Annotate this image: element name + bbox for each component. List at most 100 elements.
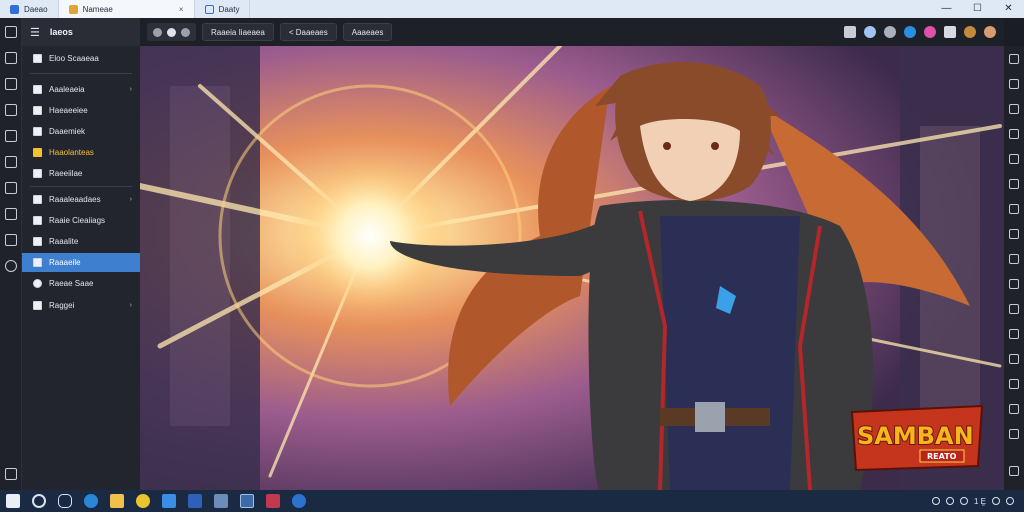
checkbox-icon bbox=[33, 237, 42, 246]
system-tray: 1 Ḛ bbox=[931, 496, 1014, 506]
toolbar-right-icons bbox=[844, 26, 996, 38]
sidebar-item[interactable]: Aaaleaeia › bbox=[22, 80, 140, 99]
search-icon[interactable] bbox=[32, 494, 46, 508]
note-icon[interactable] bbox=[1009, 279, 1019, 289]
image-icon[interactable] bbox=[5, 78, 17, 90]
document-icon[interactable] bbox=[5, 130, 17, 142]
sidebar-item[interactable]: Raggei › bbox=[22, 296, 140, 315]
sidebar-item[interactable]: Raeeiilae bbox=[22, 164, 140, 183]
star-icon[interactable] bbox=[1009, 404, 1019, 414]
app-icon[interactable] bbox=[214, 494, 228, 508]
sync-icon[interactable] bbox=[1009, 304, 1019, 314]
media-icon[interactable] bbox=[266, 494, 280, 508]
sidebar-item[interactable]: Eloo Scaaeaa bbox=[22, 49, 140, 68]
edit-icon[interactable] bbox=[5, 182, 17, 194]
tray-text: 1 Ḛ bbox=[973, 496, 986, 506]
chart-icon[interactable] bbox=[1009, 254, 1019, 264]
nav-button-group bbox=[147, 23, 196, 41]
sidebar-item-highlighted[interactable]: Haaolanteas bbox=[22, 143, 140, 162]
list-icon[interactable] bbox=[1009, 104, 1019, 114]
security-icon[interactable] bbox=[292, 494, 306, 508]
close-tab-icon[interactable]: × bbox=[179, 5, 184, 14]
panel-icon[interactable] bbox=[1009, 54, 1019, 64]
chevron-up-icon[interactable] bbox=[1006, 497, 1014, 505]
mail-icon[interactable] bbox=[1009, 354, 1019, 364]
sidebar-item[interactable]: Raaie Cieaiiags bbox=[22, 211, 140, 230]
folder-icon[interactable] bbox=[110, 494, 124, 508]
mail-icon[interactable] bbox=[5, 104, 17, 116]
bookmark-icon[interactable] bbox=[844, 26, 856, 38]
refresh-icon[interactable] bbox=[5, 156, 17, 168]
edge-icon[interactable] bbox=[84, 494, 98, 508]
cursor-icon[interactable] bbox=[1009, 466, 1019, 476]
display-icon[interactable] bbox=[944, 26, 956, 38]
info-icon[interactable] bbox=[884, 26, 896, 38]
start-icon[interactable] bbox=[6, 494, 20, 508]
checkbox-icon bbox=[33, 127, 42, 136]
toolbar-button-1[interactable]: Raaeia Iiaeaea bbox=[202, 23, 274, 41]
page-icon[interactable] bbox=[5, 52, 17, 64]
close-icon[interactable]: ✕ bbox=[993, 0, 1024, 18]
tab-3[interactable]: Daaty bbox=[195, 0, 251, 18]
checkbox-icon bbox=[33, 85, 42, 94]
sidebar-item-label: Haaolanteas bbox=[49, 148, 94, 157]
sidebar-item-selected[interactable]: Raaaeile bbox=[22, 253, 140, 272]
history-icon[interactable] bbox=[1009, 129, 1019, 139]
clock-icon[interactable] bbox=[992, 497, 1000, 505]
forward-icon[interactable] bbox=[181, 27, 190, 37]
volume-icon[interactable] bbox=[945, 497, 954, 505]
network-icon[interactable] bbox=[931, 497, 940, 505]
sidebar-header: ☰ Iaeos bbox=[22, 18, 140, 46]
anime-hero-illustration: SAMBAN REATO bbox=[140, 46, 1004, 490]
terminal-icon[interactable] bbox=[240, 494, 254, 508]
sidebar-item[interactable]: Raeae Saae bbox=[22, 274, 140, 293]
sidebar-item-label: Raggei bbox=[49, 301, 75, 310]
chrome-icon[interactable] bbox=[136, 494, 150, 508]
taskbar: 1 Ḛ bbox=[0, 490, 1024, 512]
layout-icon[interactable] bbox=[1009, 229, 1019, 239]
chevron-right-icon: › bbox=[129, 86, 132, 93]
grid-icon[interactable] bbox=[1009, 154, 1019, 164]
refresh-icon[interactable] bbox=[1009, 79, 1019, 89]
sidebar-item-label: Raeeiilae bbox=[49, 169, 83, 178]
tag-icon[interactable] bbox=[1009, 329, 1019, 339]
tab-icon bbox=[68, 4, 78, 14]
toolbar-button-2[interactable]: < Daaeaes bbox=[279, 23, 337, 41]
tab-1[interactable]: Daeao bbox=[0, 0, 59, 18]
back-icon[interactable] bbox=[153, 27, 162, 37]
sidebar-item[interactable]: Raaalite bbox=[22, 232, 140, 251]
store-icon[interactable] bbox=[162, 494, 176, 508]
maximize-icon[interactable]: ☐ bbox=[962, 0, 993, 18]
sidebar-item[interactable]: Haeaeeiee bbox=[22, 101, 140, 120]
gift-icon[interactable] bbox=[964, 26, 976, 38]
notification-icon[interactable] bbox=[959, 497, 968, 505]
app-window: Daeao Nameae × Daaty — ☐ ✕ ☰ Iaeos Eloo … bbox=[0, 0, 1024, 512]
folder-icon[interactable] bbox=[5, 234, 17, 246]
minimize-icon[interactable]: — bbox=[931, 0, 962, 18]
home-icon[interactable] bbox=[5, 468, 17, 480]
calendar-icon[interactable] bbox=[1009, 179, 1019, 189]
word-icon[interactable] bbox=[188, 494, 202, 508]
reload-icon[interactable] bbox=[167, 27, 176, 37]
toolbar-button-3[interactable]: Aaaeaes bbox=[342, 23, 393, 41]
extension-icon[interactable] bbox=[864, 26, 876, 38]
checkbox-icon bbox=[33, 106, 42, 115]
sidebar-item[interactable]: Daaemiek bbox=[22, 122, 140, 141]
globe-icon[interactable] bbox=[904, 26, 916, 38]
menu-icon[interactable] bbox=[5, 26, 17, 38]
box-icon[interactable] bbox=[1009, 379, 1019, 389]
hamburger-icon[interactable]: ☰ bbox=[30, 26, 40, 39]
share-icon[interactable] bbox=[924, 26, 936, 38]
left-icon-rail bbox=[0, 18, 22, 490]
sidebar-item-label: Haeaeeiee bbox=[49, 106, 88, 115]
link-icon[interactable] bbox=[1009, 204, 1019, 214]
chat-icon[interactable] bbox=[58, 494, 72, 508]
tab-2[interactable]: Nameae × bbox=[58, 0, 195, 18]
bell-icon[interactable] bbox=[1009, 429, 1019, 439]
avatar[interactable] bbox=[984, 26, 996, 38]
sidebar: ☰ Iaeos Eloo Scaaeaa Aaaleaeia › Haeaeei… bbox=[22, 18, 140, 490]
settings-icon[interactable] bbox=[5, 208, 17, 220]
clock-icon[interactable] bbox=[5, 260, 17, 272]
game-logo: SAMBAN REATO bbox=[850, 404, 984, 472]
sidebar-item[interactable]: Raaaleaadaes › bbox=[22, 190, 140, 209]
